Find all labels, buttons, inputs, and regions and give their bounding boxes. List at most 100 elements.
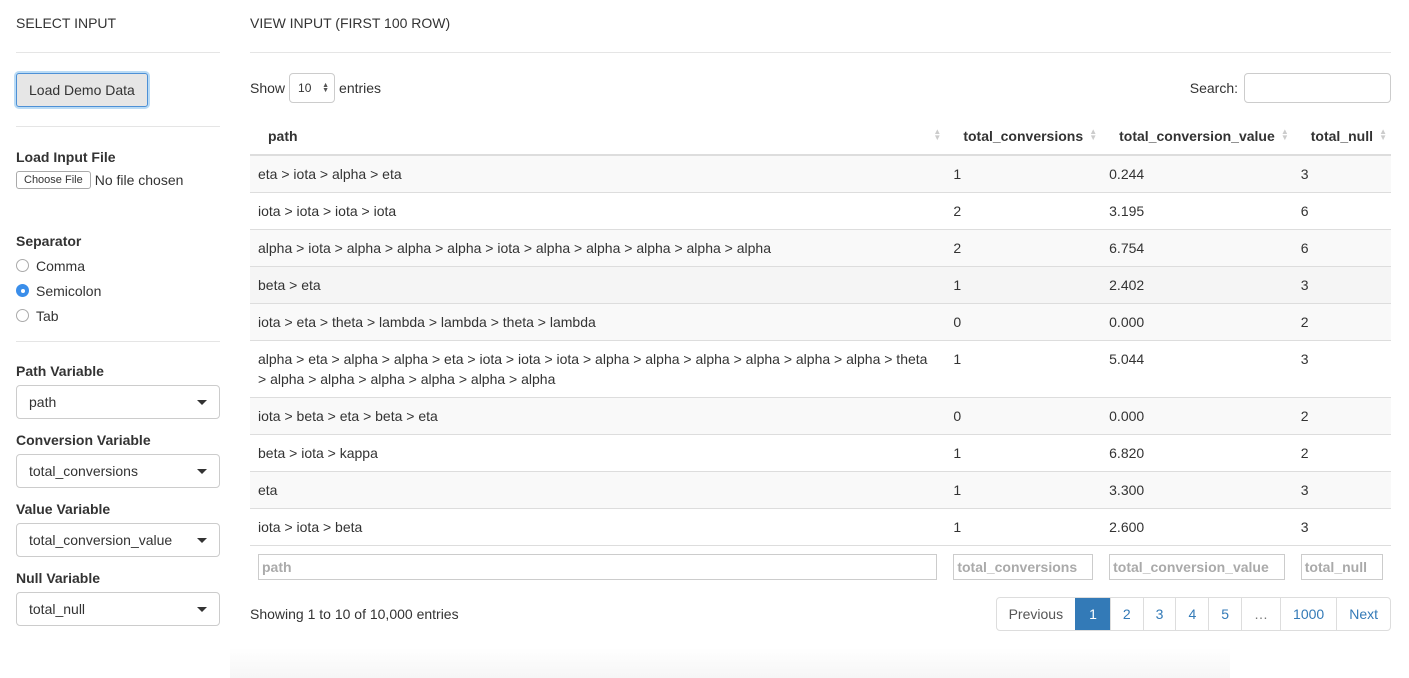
table-cell-total-conversion-value: 3.195	[1101, 192, 1293, 230]
separator-label: Separator	[16, 233, 82, 249]
table-cell-total-null: 6	[1292, 229, 1391, 267]
conversion-variable-select[interactable]: total_conversions	[16, 454, 220, 488]
table-cell-total-conversions: 0	[945, 397, 1102, 435]
load-demo-data-button[interactable]: Load Demo Data	[16, 73, 148, 107]
table-cell-total-conversions: 2	[945, 192, 1102, 230]
table-row[interactable]: alpha > iota > alpha > alpha > alpha > i…	[250, 229, 1391, 267]
table-cell-path: beta > iota > kappa	[250, 434, 946, 472]
path-variable-select[interactable]: path	[16, 385, 220, 419]
table-row[interactable]: iota > iota > iota > iota 2 3.195 6	[250, 192, 1391, 230]
filter-cell: total_conversion_value	[1101, 545, 1293, 580]
table-row[interactable]: eta > iota > alpha > eta 1 0.244 3	[250, 154, 1391, 193]
filter-total-conversions-input[interactable]: total_conversions	[953, 554, 1094, 580]
table-row[interactable]: iota > eta > theta > lambda > lambda > t…	[250, 303, 1391, 341]
separator-radio-group: Comma Semicolon Tab	[16, 253, 220, 328]
null-variable-label: Null Variable	[16, 570, 101, 586]
column-header-total-conversion-value[interactable]: total_conversion_value ▲ ▼	[1101, 117, 1293, 156]
page-button[interactable]: 1000	[1280, 598, 1336, 630]
filter-path-input[interactable]: path	[258, 554, 938, 580]
table-info: Showing 1 to 10 of 10,000 entries	[250, 606, 459, 622]
radio-comma[interactable]: Comma	[16, 253, 220, 278]
table-cell-total-null: 3	[1292, 340, 1391, 398]
table-cell-path: alpha > eta > alpha > alpha > eta > iota…	[250, 340, 946, 398]
page-button[interactable]: 5	[1208, 598, 1241, 630]
divider	[16, 126, 220, 127]
table-cell-total-null: 6	[1292, 192, 1391, 230]
page-button[interactable]: 2	[1109, 598, 1143, 630]
radio-label: Comma	[36, 257, 86, 274]
table-cell-total-null: 3	[1292, 154, 1391, 193]
radio-button-checked[interactable]	[16, 284, 29, 297]
next-button[interactable]: Next	[1336, 598, 1390, 630]
sort-icon: ▲ ▼	[933, 127, 942, 142]
bottom-shadow	[230, 648, 1230, 678]
filter-total-conversion-value-input[interactable]: total_conversion_value	[1109, 554, 1285, 580]
table-row[interactable]: beta > eta 1 2.402 3	[250, 266, 1391, 304]
radio-label: Semicolon	[36, 282, 102, 299]
table-cell-total-conversions: 1	[945, 154, 1102, 193]
divider	[250, 52, 1391, 53]
table-body: eta > iota > alpha > eta 1 0.244 3 iota > io…	[250, 154, 1391, 546]
sidebar: SELECT INPUT Load Demo Data Load Input F…	[16, 0, 220, 626]
path-variable-label: Path Variable	[16, 363, 104, 379]
search-label: Search:	[1189, 80, 1238, 96]
column-header-label: path	[268, 127, 298, 144]
entries-select[interactable]: 10 ▲ ▼	[289, 73, 336, 103]
table-row[interactable]: eta 1 3.300 3	[250, 471, 1391, 509]
sort-icon: ▲ ▼	[1280, 127, 1289, 142]
table-cell-path: beta > eta	[250, 266, 946, 304]
select-value: total_conversions	[29, 463, 138, 479]
table-cell-path: eta > iota > alpha > eta	[250, 154, 946, 193]
file-input[interactable]: Choose File No file chosen	[16, 171, 220, 189]
filter-total-null-input[interactable]: total_null	[1300, 554, 1383, 580]
select-value: total_conversion_value	[29, 532, 173, 548]
table-cell-total-conversions: 1	[945, 471, 1102, 509]
column-header-total-conversions[interactable]: total_conversions ▲ ▼	[945, 117, 1102, 156]
filter-cell: total_conversions	[945, 545, 1102, 580]
filter-cell: path	[250, 545, 946, 580]
page-button[interactable]: 3	[1142, 598, 1176, 630]
select-value: path	[29, 394, 57, 410]
page-ellipsis: …	[1241, 598, 1280, 630]
table-cell-total-conversion-value: 0.000	[1101, 397, 1293, 435]
updown-arrows-icon: ▲ ▼	[322, 82, 330, 94]
table-cell-total-conversions: 2	[945, 229, 1102, 267]
table-cell-total-conversion-value: 0.000	[1101, 303, 1293, 341]
table-row[interactable]: alpha > eta > alpha > alpha > eta > iota…	[250, 340, 1391, 398]
table-cell-total-conversions: 1	[945, 434, 1102, 472]
radio-tab[interactable]: Tab	[16, 303, 220, 328]
previous-button[interactable]: Previous	[997, 598, 1075, 630]
table-cell-total-conversion-value: 6.820	[1101, 434, 1293, 472]
table-row[interactable]: iota > iota > beta 1 2.600 3	[250, 508, 1391, 546]
table-cell-total-conversions: 1	[945, 508, 1102, 546]
length-control: Show 10 ▲ ▼ entries	[250, 73, 381, 103]
search-input[interactable]	[1244, 73, 1391, 103]
radio-label: Tab	[36, 307, 59, 324]
entries-value: 10	[298, 81, 312, 95]
table-cell-total-conversion-value: 0.244	[1101, 154, 1293, 193]
table-cell-path: iota > beta > eta > beta > eta	[250, 397, 946, 435]
caret-down-icon	[197, 468, 207, 474]
caret-down-icon	[197, 606, 207, 612]
file-status: No file chosen	[94, 172, 184, 188]
page-button-active[interactable]: 1	[1075, 598, 1110, 630]
page-button[interactable]: 4	[1175, 598, 1208, 630]
table-cell-path: alpha > iota > alpha > alpha > alpha > i…	[250, 229, 946, 267]
column-header-total-null[interactable]: total_null ▲ ▼	[1292, 117, 1391, 156]
table-row[interactable]: iota > beta > eta > beta > eta 0 0.000 2	[250, 397, 1391, 435]
table-cell-total-null: 3	[1292, 266, 1391, 304]
table-cell-path: iota > iota > beta	[250, 508, 946, 546]
filter-row: path total_conversions total_conversion_…	[250, 545, 1391, 580]
choose-file-button[interactable]: Choose File	[16, 171, 91, 189]
table-cell-total-null: 2	[1292, 303, 1391, 341]
column-header-path[interactable]: path ▲ ▼	[250, 117, 946, 156]
divider	[16, 341, 220, 342]
radio-button[interactable]	[16, 309, 29, 322]
radio-semicolon[interactable]: Semicolon	[16, 278, 220, 303]
table-cell-total-conversion-value: 3.300	[1101, 471, 1293, 509]
value-variable-select[interactable]: total_conversion_value	[16, 523, 220, 557]
sidebar-title: SELECT INPUT	[16, 15, 117, 31]
table-row[interactable]: beta > iota > kappa 1 6.820 2	[250, 434, 1391, 472]
radio-button[interactable]	[16, 259, 29, 272]
null-variable-select[interactable]: total_null	[16, 592, 220, 626]
